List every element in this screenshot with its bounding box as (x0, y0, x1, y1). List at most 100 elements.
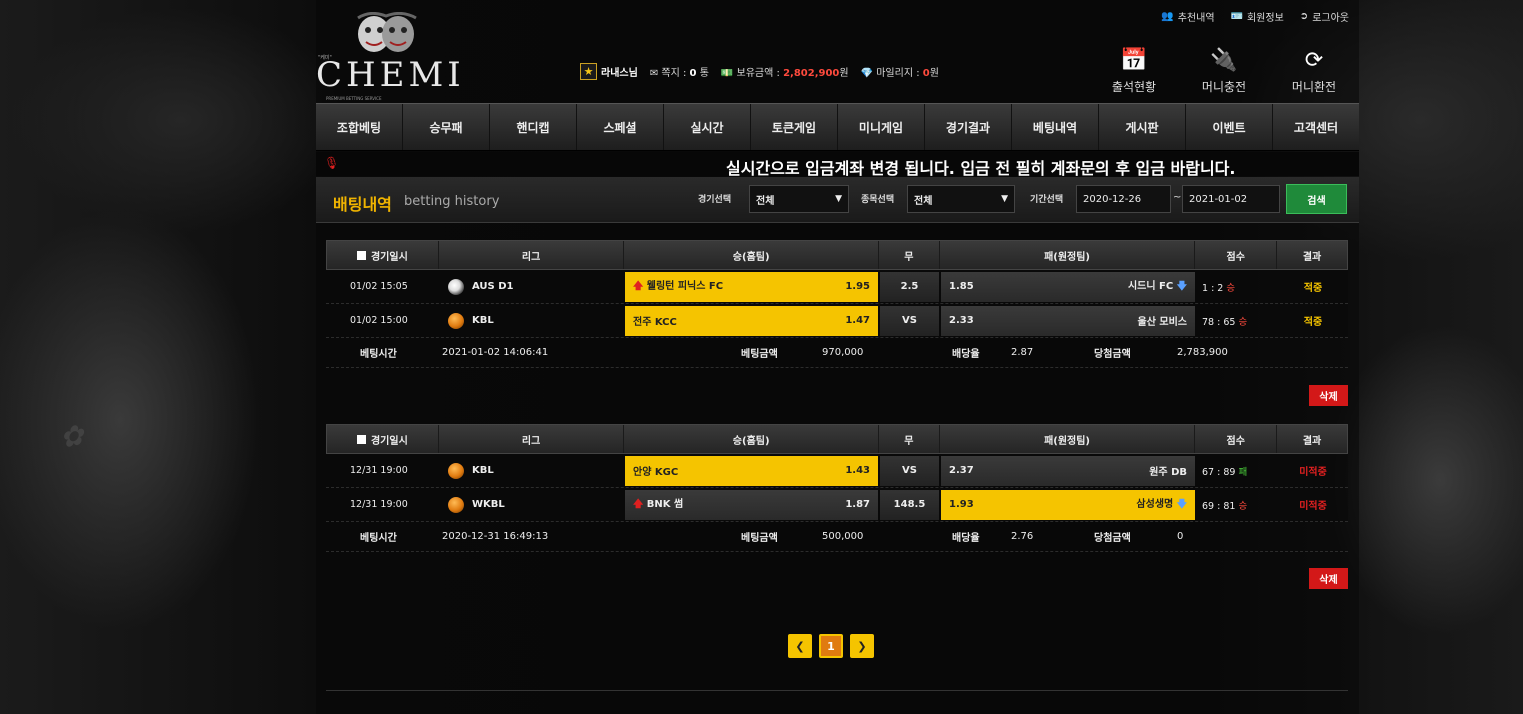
league-name: KBL (472, 315, 494, 326)
home-odds: 1.95 (845, 281, 870, 292)
balance-unit: 원 (839, 68, 849, 79)
score-cell: 67 : 89 패 (1196, 464, 1278, 478)
match-date: 01/02 15:00 (350, 315, 408, 326)
nav-match-results[interactable]: 경기결과 (925, 104, 1012, 150)
top-link-member-info[interactable]: 🪪 회원정보 (1231, 9, 1284, 24)
league-name: WKBL (472, 499, 505, 510)
home-cell: 안양 KGC 1.43 (624, 455, 879, 486)
away-pick[interactable]: 1.93 삼성생명 🡇 (941, 489, 1195, 520)
match-date: 01/02 15:05 (350, 281, 408, 292)
home-odds: 1.87 (845, 499, 870, 510)
game-select[interactable]: 전체 ▼ (749, 185, 849, 213)
top-link-label: 추천내역 (1177, 13, 1215, 24)
result-cell: 적중 (1303, 317, 1323, 328)
header-date: 경기일시 (327, 241, 439, 269)
search-button[interactable]: 검색 (1286, 184, 1347, 214)
header-home: 승(홈팀) (624, 241, 879, 269)
odds-label: 배당율 (952, 349, 980, 360)
nav-token-game[interactable]: 토큰게임 (751, 104, 838, 150)
draw-pick[interactable]: VS (880, 455, 939, 486)
away-odds: 1.93 (949, 499, 974, 510)
away-team-group: 시드니 FC 🡇 (1128, 277, 1187, 296)
header-league: 리그 (439, 425, 625, 453)
nav-board[interactable]: 게시판 (1099, 104, 1186, 150)
delete-button[interactable]: 삭제 (1309, 568, 1348, 589)
prev-page-button[interactable]: ❮ (788, 634, 812, 658)
chevron-down-icon: ▼ (1001, 194, 1008, 204)
users-icon: 👥 (1161, 11, 1174, 22)
exchange-button[interactable]: ⟳ 머니환전 (1279, 48, 1349, 95)
home-pick[interactable]: 안양 KGC 1.43 (625, 455, 878, 486)
nav-event[interactable]: 이벤트 (1186, 104, 1273, 150)
away-odds: 2.33 (949, 315, 974, 326)
home-pick[interactable]: 🡅 BNK 썸 1.87 (625, 489, 878, 520)
charge-button[interactable]: 🔌 머니충전 (1189, 48, 1259, 95)
away-pick[interactable]: 1.85 시드니 FC 🡇 (941, 271, 1195, 302)
bet-summary: 베팅시간 2021-01-02 14:06:41 베팅금액 970,000 배당… (326, 338, 1348, 368)
home-odds: 1.47 (845, 315, 870, 326)
top-link-logout[interactable]: ➲ 로그아웃 (1300, 9, 1349, 24)
nav-customer-center[interactable]: 고객센터 (1273, 104, 1359, 150)
home-pick[interactable]: 전주 KCC 1.47 (625, 305, 878, 336)
nav-special[interactable]: 스페셜 (577, 104, 664, 150)
draw-pick[interactable]: VS (880, 305, 939, 336)
arrow-up-icon: 🡅 (633, 281, 644, 292)
mileage-unit: 원 (929, 68, 939, 79)
header-league: 리그 (439, 241, 625, 269)
logo-tagline: PREMIUM BETTING SERVICE (326, 96, 382, 101)
nav-combo-bet[interactable]: 조합베팅 (316, 104, 403, 150)
away-team: 울산 모비스 (1137, 317, 1187, 328)
home-pick[interactable]: 🡅 웰링턴 피닉스 FC 1.95 (625, 271, 878, 302)
away-pick[interactable]: 2.37 원주 DB (941, 455, 1195, 486)
checkbox-icon (356, 250, 366, 260)
bet-time-label: 베팅시간 (360, 349, 397, 360)
score-mark: 승 (1238, 316, 1248, 328)
away-cell: 2.33 울산 모비스 (940, 305, 1196, 336)
nav-betting-history[interactable]: 베팅내역 (1012, 104, 1099, 150)
bet-time-value: 2021-01-02 14:06:41 (442, 347, 549, 358)
nav-mini-game[interactable]: 미니게임 (838, 104, 925, 150)
odds-label: 배당율 (952, 533, 980, 544)
messages[interactable]: ✉ 쪽지 : 0 통 (650, 64, 709, 79)
sport-select[interactable]: 전체 ▼ (907, 185, 1015, 213)
header-draw: 무 (879, 241, 940, 269)
home-team: 전주 KCC (633, 317, 677, 328)
attendance-button[interactable]: 📅 출석현황 (1099, 48, 1169, 95)
draw-cell: 148.5 (879, 489, 940, 520)
arrow-down-icon: 🡇 (1176, 499, 1187, 510)
nav-handicap[interactable]: 핸디캡 (490, 104, 577, 150)
next-page-button[interactable]: ❯ (850, 634, 874, 658)
page-title: 배팅내역 (333, 195, 392, 214)
away-pick[interactable]: 2.33 울산 모비스 (941, 305, 1195, 336)
page-subtitle: betting history (404, 194, 500, 209)
header-score: 점수 (1195, 241, 1278, 269)
sport-select-value: 전체 (914, 195, 933, 207)
date-from-input[interactable]: 2020-12-26 (1076, 185, 1171, 213)
score-cell: 1 : 2 승 (1196, 280, 1278, 294)
table-row: 01/02 15:00 KBL 전주 KCC 1.47 VS 2.33 울산 모비스… (326, 304, 1348, 338)
nav-win-draw-lose[interactable]: 승무패 (403, 104, 490, 150)
logo[interactable]: "케미" CHEMI PREMIUM BETTING SERVICE (316, 8, 466, 101)
top-link-label: 회원정보 (1246, 13, 1284, 24)
nav-live[interactable]: 실시간 (664, 104, 751, 150)
page-number[interactable]: 1 (819, 634, 843, 658)
top-link-referral[interactable]: 👥 추천내역 (1161, 9, 1214, 24)
header-score: 점수 (1195, 425, 1278, 453)
bet-amount-value: 500,000 (822, 531, 864, 542)
diamond-icon: 💎 (860, 68, 874, 79)
date-to-input[interactable]: 2021-01-02 (1182, 185, 1280, 213)
league-cell: WKBL (438, 496, 624, 513)
delete-button[interactable]: 삭제 (1309, 385, 1348, 406)
home-team-group: 🡅 BNK 썸 (633, 495, 683, 514)
bet-amount-label: 베팅금액 (741, 533, 778, 544)
draw-pick[interactable]: 148.5 (880, 489, 939, 520)
attendance-label: 출석현황 (1111, 80, 1157, 94)
draw-pick[interactable]: 2.5 (880, 271, 939, 302)
game-select-label: 경기선택 (698, 195, 732, 205)
header-result: 결과 (1302, 251, 1322, 263)
win-amount-label: 당첨금액 (1094, 533, 1131, 544)
home-team-group: 🡅 웰링턴 피닉스 FC (633, 277, 723, 296)
chevron-left-icon: ❮ (795, 639, 805, 653)
page-header: 배팅내역 betting history 경기선택 전체 ▼ 종목선택 전체 ▼ 기… (316, 177, 1359, 223)
score: 78 : 65 (1202, 316, 1236, 328)
